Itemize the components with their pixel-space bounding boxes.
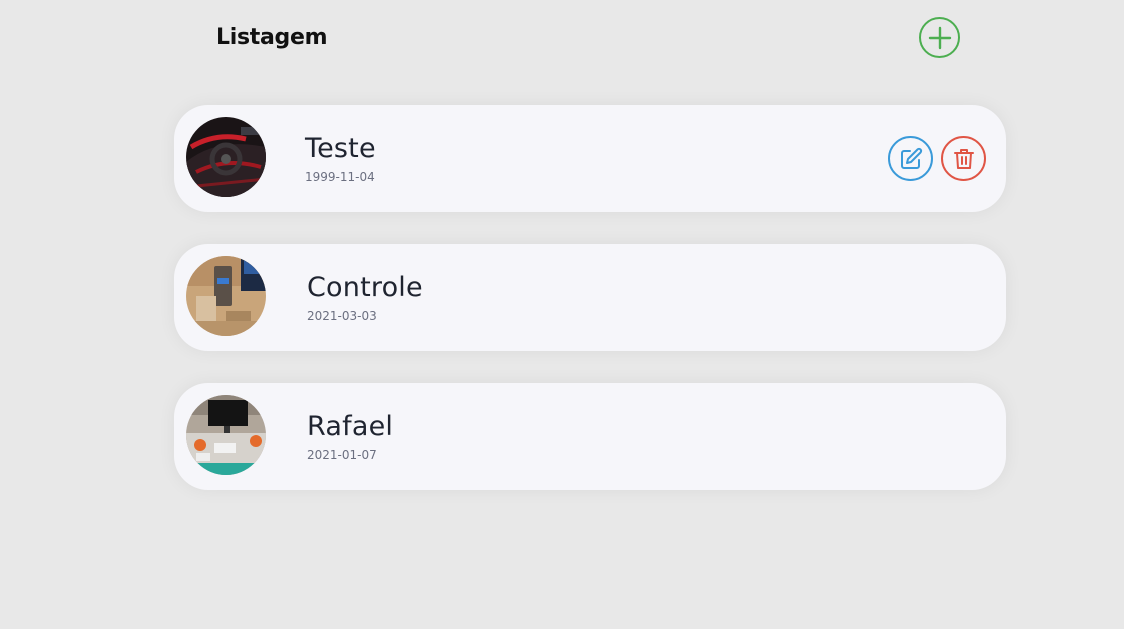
item-name: Controle xyxy=(307,272,423,303)
trash-icon xyxy=(953,148,974,169)
item-name: Rafael xyxy=(307,411,394,442)
item-date: 1999-11-04 xyxy=(305,170,375,184)
car-interior-photo xyxy=(186,117,266,197)
listing-page: Listagem Teste 1999-11-04 Controle 2021-… xyxy=(0,0,1124,629)
item-date: 2021-03-03 xyxy=(307,309,377,323)
edit-icon xyxy=(900,147,922,169)
avatar xyxy=(186,395,266,475)
list-item[interactable]: Controle 2021-03-03 xyxy=(174,244,1006,351)
page-title: Listagem xyxy=(216,25,328,50)
desk-device-photo xyxy=(186,256,266,336)
item-date: 2021-01-07 xyxy=(307,448,377,462)
add-button[interactable] xyxy=(919,17,960,58)
avatar xyxy=(186,117,266,197)
avatar xyxy=(186,256,266,336)
edit-button[interactable] xyxy=(888,136,933,181)
delete-button[interactable] xyxy=(941,136,986,181)
workstation-photo xyxy=(186,395,266,475)
item-name: Teste xyxy=(305,133,376,164)
plus-icon xyxy=(928,26,951,49)
list-item[interactable]: Rafael 2021-01-07 xyxy=(174,383,1006,490)
list-item[interactable]: Teste 1999-11-04 xyxy=(174,105,1006,212)
